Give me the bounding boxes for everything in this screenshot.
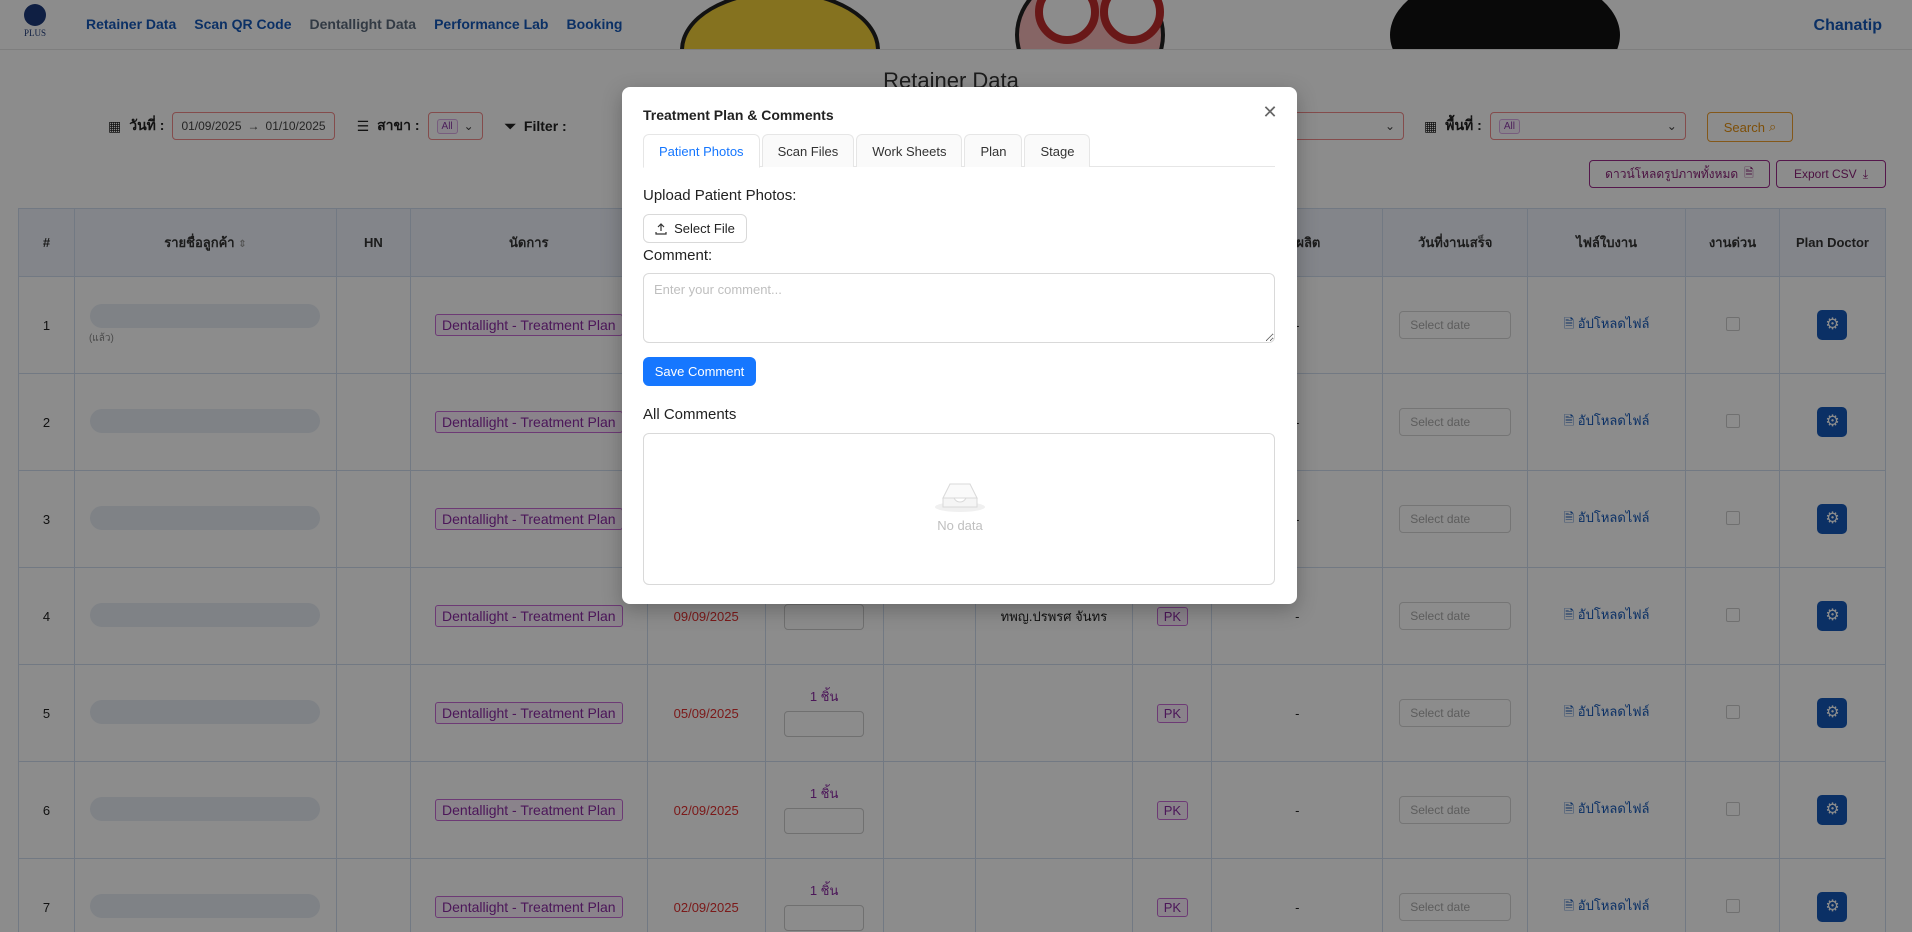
tab-stage[interactable]: Stage xyxy=(1024,134,1091,167)
modal-title: Treatment Plan & Comments xyxy=(643,107,834,123)
empty-state-text: No data xyxy=(937,518,983,533)
treatment-plan-modal: Treatment Plan & Comments ✕ Patient Phot… xyxy=(622,87,1297,604)
select-file-button[interactable]: Select File xyxy=(643,214,747,243)
empty-inbox-icon xyxy=(935,483,985,512)
all-comments-heading: All Comments xyxy=(643,406,737,423)
comments-list: No data xyxy=(643,433,1275,585)
upload-icon xyxy=(655,222,667,235)
close-icon[interactable]: ✕ xyxy=(1259,101,1281,123)
comment-textarea[interactable] xyxy=(643,273,1275,343)
upload-photos-label: Upload Patient Photos: xyxy=(643,187,797,204)
empty-state: No data xyxy=(644,474,1276,533)
save-comment-button[interactable]: Save Comment xyxy=(643,357,756,386)
select-file-label: Select File xyxy=(674,221,735,236)
tab-work-sheets[interactable]: Work Sheets xyxy=(856,134,963,167)
modal-tabs: Patient Photos Scan Files Work Sheets Pl… xyxy=(643,134,1275,168)
tab-scan-files[interactable]: Scan Files xyxy=(761,134,855,167)
comment-label: Comment: xyxy=(643,247,713,264)
tab-plan[interactable]: Plan xyxy=(964,134,1023,167)
tab-patient-photos[interactable]: Patient Photos xyxy=(643,134,760,168)
